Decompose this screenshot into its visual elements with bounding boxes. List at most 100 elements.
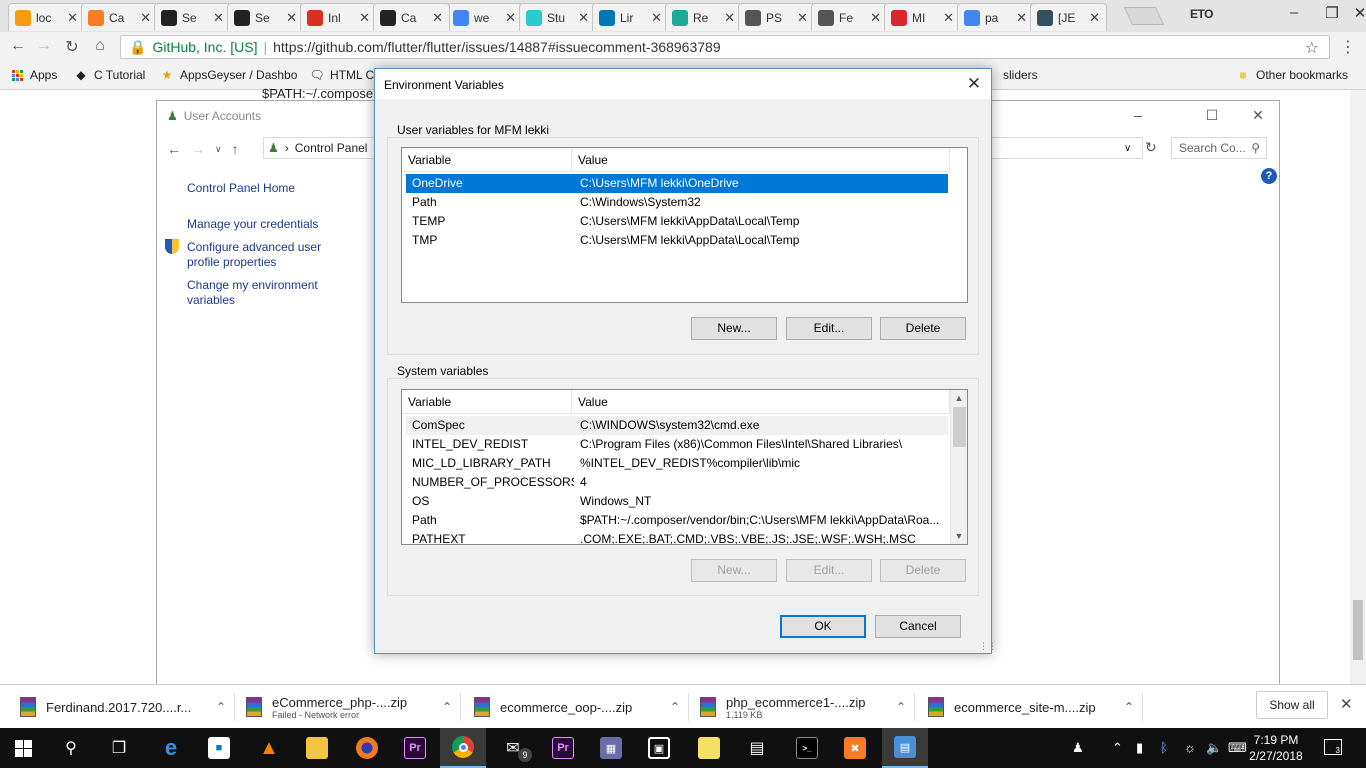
close-icon[interactable]: ✕ — [961, 74, 987, 94]
monitor-icon[interactable]: ▤ — [734, 728, 780, 768]
chevron-up-icon[interactable]: ⌃ — [216, 700, 226, 714]
chevron-up-icon[interactable]: ⌃ — [670, 700, 680, 714]
link-environment-variables[interactable]: Change my environment variables — [187, 278, 337, 308]
file-explorer-icon[interactable] — [294, 728, 340, 768]
tab-close-icon[interactable]: ✕ — [140, 10, 151, 26]
tab-close-icon[interactable]: ✕ — [213, 10, 224, 26]
terminal-icon[interactable]: >_ — [784, 728, 830, 768]
maximize-icon[interactable]: ☐ — [1197, 107, 1227, 124]
sticky-notes-icon[interactable] — [686, 728, 732, 768]
page-scrollbar-thumb[interactable] — [1353, 600, 1363, 660]
chevron-down-icon[interactable]: ∨ — [1124, 143, 1131, 154]
scroll-up-icon[interactable]: ▲ — [951, 390, 967, 406]
people-icon[interactable]: ♟ — [1072, 740, 1084, 756]
table-row[interactable]: TEMP C:\Users\MFM lekki\AppData\Local\Tem… — [406, 212, 948, 231]
forward-arrow-icon[interactable]: → — [32, 37, 56, 55]
minimize-icon[interactable]: – — [1123, 107, 1153, 123]
browser-tab[interactable]: Fe ✕ — [811, 3, 888, 31]
user-variables-list[interactable]: Variable Value OneDrive C:\Users\MFM lekk… — [401, 147, 968, 303]
link-advanced-profile[interactable]: Configure advanced user profile properti… — [187, 240, 337, 270]
column-header-value[interactable]: Value — [572, 390, 950, 414]
bookmark-other[interactable]: ■ Other bookmarks — [1236, 68, 1348, 82]
home-icon[interactable]: ⌂ — [88, 37, 112, 55]
chevron-up-icon[interactable]: ⌃ — [442, 700, 452, 714]
browser-tab[interactable]: we ✕ — [446, 3, 523, 31]
column-header-variable[interactable]: Variable — [402, 390, 572, 414]
cancel-button[interactable]: Cancel — [875, 615, 961, 638]
tab-close-icon[interactable]: ✕ — [651, 10, 662, 26]
help-icon[interactable]: ? — [1261, 168, 1277, 184]
wifi-icon[interactable]: ☼ — [1184, 740, 1196, 755]
resize-grip-icon[interactable]: ⋮⋮ — [979, 641, 997, 652]
browser-tab[interactable]: Inl ✕ — [300, 3, 377, 31]
chevron-up-icon[interactable]: ⌃ — [896, 700, 906, 714]
xampp-icon[interactable]: ✖ — [832, 728, 878, 768]
browser-tab[interactable]: loc ✕ — [8, 3, 85, 31]
browser-tab[interactable]: MI ✕ — [884, 3, 961, 31]
tab-close-icon[interactable]: ✕ — [286, 10, 297, 26]
browser-tab[interactable]: Ca ✕ — [81, 3, 158, 31]
browser-tab[interactable]: PS ✕ — [738, 3, 815, 31]
system-variables-list[interactable]: Variable Value ▲ ▼ ComSpec C:\WINDOWS\sys… — [401, 389, 968, 545]
table-row[interactable]: NUMBER_OF_PROCESSORS 4 — [406, 473, 948, 492]
table-row[interactable]: PATHEXT .COM;.EXE;.BAT;.CMD;.VBS;.VBE;.JS… — [406, 530, 948, 544]
download-item[interactable]: ecommerce_site-m....zip ⌃ — [928, 691, 1134, 723]
download-item[interactable]: Ferdinand.2017.720....r... ⌃ — [20, 691, 226, 723]
task-view-icon[interactable]: ❐ — [96, 728, 142, 768]
chrome-menu-icon[interactable]: ⋮ — [1340, 37, 1356, 57]
browser-tab[interactable]: Ca ✕ — [373, 3, 450, 31]
table-row[interactable]: ComSpec C:\WINDOWS\system32\cmd.exe — [406, 416, 948, 435]
table-row[interactable]: OneDrive C:\Users\MFM lekki\OneDrive — [406, 174, 948, 193]
tab-close-icon[interactable]: ✕ — [578, 10, 589, 26]
ok-button[interactable]: OK — [780, 615, 866, 638]
bookmark-appsgeyser[interactable]: ★ AppsGeyser / Dashbo — [160, 68, 298, 82]
premiere-icon[interactable]: Pr — [540, 728, 586, 768]
control-panel-icon[interactable]: ▤ — [882, 728, 928, 768]
minimize-icon[interactable]: – — [1274, 4, 1314, 21]
address-url[interactable]: https://github.com/flutter/flutter/issue… — [273, 39, 720, 55]
bluetooth-icon[interactable]: ᛒ — [1160, 740, 1168, 755]
vlc-icon[interactable]: ▲ — [246, 728, 292, 768]
table-row[interactable]: Path $PATH:~/.composer/vendor/bin;C:\User… — [406, 511, 948, 530]
tab-close-icon[interactable]: ✕ — [432, 10, 443, 26]
firefox-icon[interactable] — [344, 728, 390, 768]
back-arrow-icon[interactable]: ← — [6, 37, 30, 55]
back-arrow-icon[interactable]: ← — [167, 141, 181, 157]
tab-close-icon[interactable]: ✕ — [797, 10, 808, 26]
breadcrumb[interactable]: Control Panel — [295, 141, 368, 155]
chrome-icon[interactable] — [440, 728, 486, 768]
reload-icon[interactable]: ↻ — [60, 37, 84, 57]
premiere-icon[interactable]: Pr — [392, 728, 438, 768]
tab-close-icon[interactable]: ✕ — [1089, 10, 1100, 26]
edge-icon[interactable]: e — [148, 728, 194, 768]
chevron-up-icon[interactable]: ⌃ — [1112, 740, 1123, 756]
browser-tab[interactable]: Re ✕ — [665, 3, 742, 31]
system-delete-button[interactable]: Delete — [880, 559, 966, 582]
bookmark-c-tutorial[interactable]: ◆ C Tutorial — [74, 68, 145, 82]
mail-icon[interactable]: ✉ 9 — [490, 728, 536, 768]
bookmark-html[interactable]: 🗨 HTML C — [309, 68, 374, 82]
browser-tab[interactable]: [JE ✕ — [1030, 3, 1107, 31]
forward-arrow-icon[interactable]: → — [191, 141, 205, 157]
system-clock[interactable]: 7:19 PM 2/27/2018 — [1244, 732, 1308, 764]
column-header-value[interactable]: Value — [572, 148, 950, 172]
table-row[interactable]: INTEL_DEV_REDIST C:\Program Files (x86)\C… — [406, 435, 948, 454]
bookmark-sliders[interactable]: sliders — [1003, 68, 1038, 82]
battery-icon[interactable]: ▮ — [1136, 740, 1143, 756]
profile-label[interactable]: ETO — [1190, 7, 1213, 21]
page-scrollbar[interactable] — [1350, 90, 1366, 684]
close-window-icon[interactable]: ✕ — [1340, 4, 1366, 22]
link-control-panel-home[interactable]: Control Panel Home — [187, 181, 337, 196]
tab-close-icon[interactable]: ✕ — [943, 10, 954, 26]
column-header-variable[interactable]: Variable — [402, 148, 572, 172]
user-delete-button[interactable]: Delete — [880, 317, 966, 340]
action-center-icon[interactable]: 3 — [1324, 739, 1342, 755]
scroll-down-icon[interactable]: ▼ — [951, 528, 967, 544]
tab-close-icon[interactable]: ✕ — [724, 10, 735, 26]
start-windows-icon[interactable] — [0, 728, 46, 768]
user-edit-button[interactable]: Edit... — [786, 317, 872, 340]
address-bar[interactable]: 🔒 GitHub, Inc. [US] | https://github.com… — [120, 35, 1330, 59]
tab-close-icon[interactable]: ✕ — [359, 10, 370, 26]
bookmark-star-icon[interactable]: ☆ — [1305, 38, 1319, 58]
volume-icon[interactable]: 🔈 — [1206, 740, 1222, 756]
